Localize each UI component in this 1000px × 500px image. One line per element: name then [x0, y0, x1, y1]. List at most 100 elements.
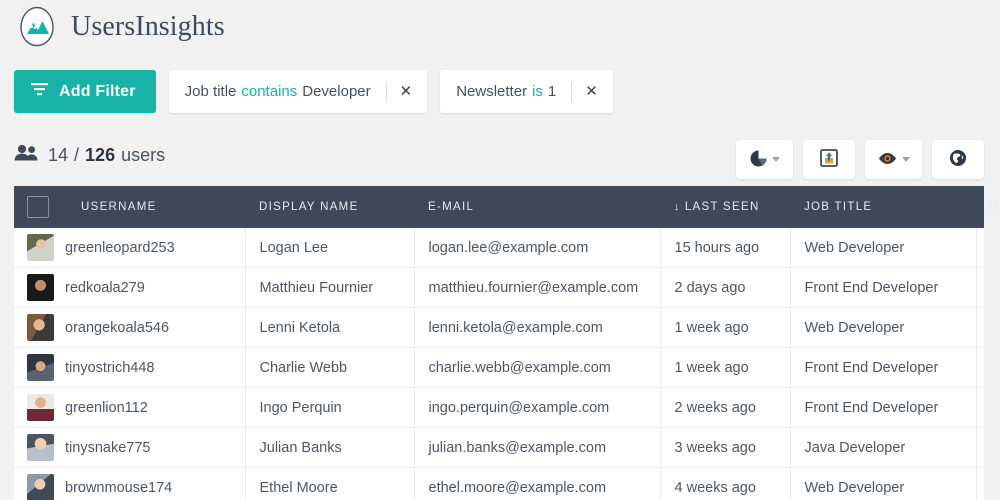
username-text: greenlion112	[65, 399, 148, 416]
table-header: USERNAME DISPLAY NAME E-MAIL ↓ LAST SEEN …	[14, 186, 1000, 228]
cell-job-title: Front End Developer	[790, 267, 977, 308]
close-icon[interactable]: ✕	[585, 84, 613, 99]
cell-newsletter: 1	[976, 467, 984, 500]
brand-name: UsersInsights	[71, 11, 225, 42]
cell-display-name: Logan Lee	[245, 228, 415, 268]
cell-newsletter: 1	[976, 307, 984, 348]
table-row[interactable]: brownmouse174 Ethel Moore ethel.moore@ex…	[14, 467, 984, 500]
avatar	[27, 234, 54, 261]
export-box-icon	[820, 149, 838, 170]
column-header-username[interactable]: USERNAME	[67, 186, 245, 228]
chevron-down-icon	[771, 157, 780, 162]
column-header-display-name[interactable]: DISPLAY NAME	[245, 186, 414, 228]
chip-field: Job title	[184, 83, 237, 100]
cell-newsletter: 1	[976, 387, 984, 428]
app-page: UsersInsights Add Filter Job title conta…	[0, 0, 1000, 500]
chip-operator: is	[532, 83, 543, 100]
avatar	[27, 314, 54, 341]
table-toolbar	[736, 140, 984, 179]
header-row: USERNAME DISPLAY NAME E-MAIL ↓ LAST SEEN …	[14, 186, 1000, 228]
username-text: greenleopard253	[65, 239, 175, 256]
visibility-button[interactable]	[865, 140, 922, 179]
column-header-email[interactable]: E-MAIL	[414, 186, 660, 228]
select-all-checkbox[interactable]	[27, 196, 49, 218]
table-row[interactable]: greenlion112 Ingo Perquin ingo.perquin@e…	[14, 387, 984, 428]
cell-last-seen: 2 days ago	[660, 267, 791, 308]
cell-display-name: Matthieu Fournier	[245, 267, 415, 308]
cell-job-title: Front End Developer	[790, 387, 977, 428]
count-unit: users	[121, 144, 166, 165]
chip-field: Newsletter	[456, 83, 528, 100]
close-icon[interactable]: ✕	[400, 84, 428, 99]
cell-job-title: Java Developer	[790, 427, 977, 468]
chart-button[interactable]	[736, 140, 793, 179]
users-table-container: USERNAME DISPLAY NAME E-MAIL ↓ LAST SEEN …	[14, 186, 1000, 500]
username-text: tinysnake775	[65, 439, 151, 456]
cell-display-name: Lenni Ketola	[245, 307, 415, 348]
cell-newsletter: 1	[976, 427, 984, 468]
chip-operator: contains	[241, 83, 298, 100]
chevron-down-icon	[901, 157, 910, 162]
pie-chart-icon	[750, 150, 767, 170]
avatar	[27, 434, 54, 461]
cell-username: orangekoala546	[14, 307, 246, 348]
cell-username: tinyostrich448	[14, 347, 246, 388]
add-filter-button[interactable]: Add Filter	[14, 70, 156, 113]
cell-last-seen: 4 weeks ago	[660, 467, 791, 500]
avatar	[27, 354, 54, 381]
export-button[interactable]	[803, 140, 855, 179]
table-body: greenleopard253 Logan Lee logan.lee@exam…	[14, 228, 984, 500]
cell-newsletter: 1	[976, 228, 984, 268]
cell-email: ingo.perquin@example.com	[414, 387, 661, 428]
column-header-job-title[interactable]: JOB TITLE	[790, 186, 976, 228]
count-shown: 14	[48, 144, 69, 165]
cell-email: ethel.moore@example.com	[414, 467, 661, 500]
sort-desc-icon: ↓	[674, 201, 681, 213]
filter-icon	[31, 82, 48, 101]
count-separator: /	[74, 144, 80, 165]
cell-newsletter: 1	[976, 267, 984, 308]
table-row[interactable]: greenleopard253 Logan Lee logan.lee@exam…	[14, 228, 984, 268]
chip-value: 1	[547, 83, 557, 100]
cell-email: lenni.ketola@example.com	[414, 307, 661, 348]
table-row[interactable]: orangekoala546 Lenni Ketola lenni.ketola…	[14, 307, 984, 348]
mountain-droplet-logo	[14, 4, 60, 50]
cell-last-seen: 1 week ago	[660, 347, 791, 388]
avatar	[27, 274, 54, 301]
cell-last-seen: 15 hours ago	[660, 228, 791, 268]
cell-display-name: Ethel Moore	[245, 467, 415, 500]
username-text: orangekoala546	[65, 319, 170, 336]
cell-job-title: Web Developer	[790, 228, 977, 268]
table-row[interactable]: redkoala279 Matthieu Fournier matthieu.f…	[14, 267, 984, 308]
map-button[interactable]	[932, 140, 984, 179]
table-row[interactable]: tinysnake775 Julian Banks julian.banks@e…	[14, 427, 984, 468]
cell-email: charlie.webb@example.com	[414, 347, 661, 388]
cell-email: julian.banks@example.com	[414, 427, 661, 468]
filter-chip-newsletter[interactable]: Newsletter is 1 ✕	[440, 70, 613, 113]
chip-value: Developer	[302, 83, 371, 100]
cell-email: logan.lee@example.com	[414, 228, 661, 268]
chip-divider	[571, 81, 573, 102]
select-all-header	[14, 186, 67, 228]
filter-chip-job-title[interactable]: Job title contains Developer ✕	[168, 70, 428, 113]
username-text: brownmouse174	[65, 479, 173, 496]
globe-icon	[949, 149, 967, 170]
avatar	[27, 474, 54, 500]
cell-last-seen: 2 weeks ago	[660, 387, 791, 428]
cell-username: greenleopard253	[14, 228, 246, 268]
cell-newsletter: 1	[976, 347, 984, 388]
brand-header: UsersInsights	[14, 4, 225, 50]
column-header-last-seen[interactable]: ↓ LAST SEEN	[660, 186, 790, 228]
cell-job-title: Front End Developer	[790, 347, 977, 388]
column-header-newsletter[interactable]: NEWSLETTER	[976, 186, 1000, 228]
table-row[interactable]: tinyostrich448 Charlie Webb charlie.webb…	[14, 347, 984, 388]
username-text: redkoala279	[65, 279, 145, 296]
filter-bar: Add Filter Job title contains Developer …	[14, 70, 613, 113]
cell-job-title: Web Developer	[790, 467, 977, 500]
cell-username: greenlion112	[14, 387, 246, 428]
add-filter-label: Add Filter	[59, 82, 136, 100]
cell-username: brownmouse174	[14, 467, 246, 500]
avatar	[27, 394, 54, 421]
user-count-summary: 14 / 126 users	[14, 144, 165, 166]
users-icon	[14, 144, 38, 166]
